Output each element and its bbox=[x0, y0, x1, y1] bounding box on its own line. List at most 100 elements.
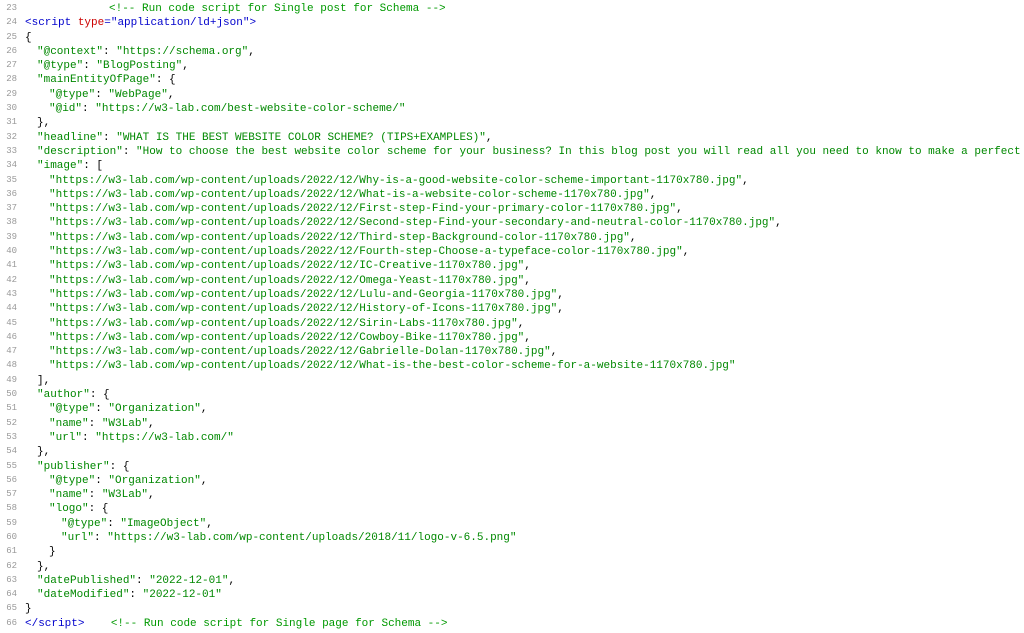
line-content[interactable]: }, bbox=[25, 445, 1024, 459]
line-content[interactable]: "https://w3-lab.com/wp-content/uploads/2… bbox=[25, 331, 1024, 345]
line-content[interactable]: "@context": "https://schema.org", bbox=[25, 45, 1024, 59]
code-line[interactable]: 34"image": [ bbox=[0, 159, 1024, 173]
code-line[interactable]: 53"url": "https://w3-lab.com/" bbox=[0, 431, 1024, 445]
line-content[interactable]: "https://w3-lab.com/wp-content/uploads/2… bbox=[25, 259, 1024, 273]
line-content[interactable]: "name": "W3Lab", bbox=[25, 417, 1024, 431]
line-content[interactable]: "https://w3-lab.com/wp-content/uploads/2… bbox=[25, 231, 1024, 245]
line-content[interactable]: "author": { bbox=[25, 388, 1024, 402]
line-number: 27 bbox=[0, 59, 25, 72]
code-line[interactable]: 52"name": "W3Lab", bbox=[0, 417, 1024, 431]
line-content[interactable]: "dateModified": "2022-12-01" bbox=[25, 588, 1024, 602]
code-line[interactable]: 66</script> <!-- Run code script for Sin… bbox=[0, 617, 1024, 631]
line-content[interactable]: "url": "https://w3-lab.com/wp-content/up… bbox=[25, 531, 1024, 545]
code-line[interactable]: 27"@type": "BlogPosting", bbox=[0, 59, 1024, 73]
line-content[interactable]: "@type": "WebPage", bbox=[25, 88, 1024, 102]
line-content[interactable]: "publisher": { bbox=[25, 460, 1024, 474]
line-content[interactable]: "@id": "https://w3-lab.com/best-website-… bbox=[25, 102, 1024, 116]
code-line[interactable]: 30"@id": "https://w3-lab.com/best-websit… bbox=[0, 102, 1024, 116]
code-line[interactable]: 45"https://w3-lab.com/wp-content/uploads… bbox=[0, 317, 1024, 331]
line-content[interactable]: "logo": { bbox=[25, 502, 1024, 516]
code-line[interactable]: 64"dateModified": "2022-12-01" bbox=[0, 588, 1024, 602]
code-line[interactable]: 39"https://w3-lab.com/wp-content/uploads… bbox=[0, 231, 1024, 245]
line-content[interactable]: "https://w3-lab.com/wp-content/uploads/2… bbox=[25, 288, 1024, 302]
code-line[interactable]: 57"name": "W3Lab", bbox=[0, 488, 1024, 502]
code-line[interactable]: 23<!-- Run code script for Single post f… bbox=[0, 2, 1024, 16]
line-content[interactable]: "description": "How to choose the best w… bbox=[25, 145, 1024, 159]
code-line[interactable]: 26"@context": "https://schema.org", bbox=[0, 45, 1024, 59]
line-content[interactable]: "https://w3-lab.com/wp-content/uploads/2… bbox=[25, 216, 1024, 230]
code-line[interactable]: 54}, bbox=[0, 445, 1024, 459]
line-number: 41 bbox=[0, 259, 25, 272]
line-content[interactable]: }, bbox=[25, 560, 1024, 574]
line-content[interactable]: "headline": "WHAT IS THE BEST WEBSITE CO… bbox=[25, 131, 1024, 145]
code-line[interactable]: 56"@type": "Organization", bbox=[0, 474, 1024, 488]
line-number: 38 bbox=[0, 216, 25, 229]
line-content[interactable]: "https://w3-lab.com/wp-content/uploads/2… bbox=[25, 188, 1024, 202]
line-content[interactable]: } bbox=[25, 602, 1024, 616]
code-line[interactable]: 49], bbox=[0, 374, 1024, 388]
code-line[interactable]: 44"https://w3-lab.com/wp-content/uploads… bbox=[0, 302, 1024, 316]
line-content[interactable]: "https://w3-lab.com/wp-content/uploads/2… bbox=[25, 345, 1024, 359]
code-line[interactable]: 36"https://w3-lab.com/wp-content/uploads… bbox=[0, 188, 1024, 202]
line-number: 39 bbox=[0, 231, 25, 244]
line-content[interactable]: <!-- Run code script for Single post for… bbox=[25, 2, 1024, 16]
code-line[interactable]: 33"description": "How to choose the best… bbox=[0, 145, 1024, 159]
line-content[interactable]: "@type": "Organization", bbox=[25, 474, 1024, 488]
line-content[interactable]: "https://w3-lab.com/wp-content/uploads/2… bbox=[25, 202, 1024, 216]
code-line[interactable]: 42"https://w3-lab.com/wp-content/uploads… bbox=[0, 274, 1024, 288]
line-content[interactable]: "https://w3-lab.com/wp-content/uploads/2… bbox=[25, 302, 1024, 316]
code-line[interactable]: 40"https://w3-lab.com/wp-content/uploads… bbox=[0, 245, 1024, 259]
line-number: 42 bbox=[0, 274, 25, 287]
line-content[interactable]: "@type": "ImageObject", bbox=[25, 517, 1024, 531]
code-line[interactable]: 41"https://w3-lab.com/wp-content/uploads… bbox=[0, 259, 1024, 273]
line-number: 30 bbox=[0, 102, 25, 115]
code-line[interactable]: 35"https://w3-lab.com/wp-content/uploads… bbox=[0, 174, 1024, 188]
code-editor[interactable]: 23<!-- Run code script for Single post f… bbox=[0, 2, 1024, 631]
code-line[interactable]: 62}, bbox=[0, 560, 1024, 574]
code-line[interactable]: 25{ bbox=[0, 31, 1024, 45]
line-number: 44 bbox=[0, 302, 25, 315]
line-content[interactable]: <script type="application/ld+json"> bbox=[25, 16, 1024, 30]
line-content[interactable]: }, bbox=[25, 116, 1024, 130]
code-line[interactable]: 24<script type="application/ld+json"> bbox=[0, 16, 1024, 30]
code-line[interactable]: 31}, bbox=[0, 116, 1024, 130]
line-number: 43 bbox=[0, 288, 25, 301]
line-content[interactable]: ], bbox=[25, 374, 1024, 388]
code-line[interactable]: 61} bbox=[0, 545, 1024, 559]
line-content[interactable]: "https://w3-lab.com/wp-content/uploads/2… bbox=[25, 359, 1024, 373]
line-content[interactable]: "image": [ bbox=[25, 159, 1024, 173]
line-number: 52 bbox=[0, 417, 25, 430]
line-number: 24 bbox=[0, 16, 25, 29]
code-line[interactable]: 51"@type": "Organization", bbox=[0, 402, 1024, 416]
code-line[interactable]: 38"https://w3-lab.com/wp-content/uploads… bbox=[0, 216, 1024, 230]
code-line[interactable]: 32"headline": "WHAT IS THE BEST WEBSITE … bbox=[0, 131, 1024, 145]
line-content[interactable]: "name": "W3Lab", bbox=[25, 488, 1024, 502]
code-line[interactable]: 47"https://w3-lab.com/wp-content/uploads… bbox=[0, 345, 1024, 359]
code-line[interactable]: 55"publisher": { bbox=[0, 460, 1024, 474]
line-content[interactable]: } bbox=[25, 545, 1024, 559]
line-content[interactable]: "url": "https://w3-lab.com/" bbox=[25, 431, 1024, 445]
code-line[interactable]: 37"https://w3-lab.com/wp-content/uploads… bbox=[0, 202, 1024, 216]
line-content[interactable]: "https://w3-lab.com/wp-content/uploads/2… bbox=[25, 245, 1024, 259]
code-line[interactable]: 28"mainEntityOfPage": { bbox=[0, 73, 1024, 87]
code-line[interactable]: 46"https://w3-lab.com/wp-content/uploads… bbox=[0, 331, 1024, 345]
code-line[interactable]: 29"@type": "WebPage", bbox=[0, 88, 1024, 102]
code-line[interactable]: 63"datePublished": "2022-12-01", bbox=[0, 574, 1024, 588]
code-line[interactable]: 58"logo": { bbox=[0, 502, 1024, 516]
line-content[interactable]: "@type": "BlogPosting", bbox=[25, 59, 1024, 73]
line-content[interactable]: "mainEntityOfPage": { bbox=[25, 73, 1024, 87]
code-line[interactable]: 65} bbox=[0, 602, 1024, 616]
code-line[interactable]: 50"author": { bbox=[0, 388, 1024, 402]
line-content[interactable]: "https://w3-lab.com/wp-content/uploads/2… bbox=[25, 317, 1024, 331]
code-line[interactable]: 48"https://w3-lab.com/wp-content/uploads… bbox=[0, 359, 1024, 373]
line-content[interactable]: "@type": "Organization", bbox=[25, 402, 1024, 416]
code-line[interactable]: 59"@type": "ImageObject", bbox=[0, 517, 1024, 531]
line-content[interactable]: "https://w3-lab.com/wp-content/uploads/2… bbox=[25, 274, 1024, 288]
line-content[interactable]: </script> <!-- Run code script for Singl… bbox=[25, 617, 1024, 631]
line-content[interactable]: "datePublished": "2022-12-01", bbox=[25, 574, 1024, 588]
line-content[interactable]: "https://w3-lab.com/wp-content/uploads/2… bbox=[25, 174, 1024, 188]
code-line[interactable]: 60"url": "https://w3-lab.com/wp-content/… bbox=[0, 531, 1024, 545]
code-line[interactable]: 43"https://w3-lab.com/wp-content/uploads… bbox=[0, 288, 1024, 302]
line-number: 54 bbox=[0, 445, 25, 458]
line-content[interactable]: { bbox=[25, 31, 1024, 45]
